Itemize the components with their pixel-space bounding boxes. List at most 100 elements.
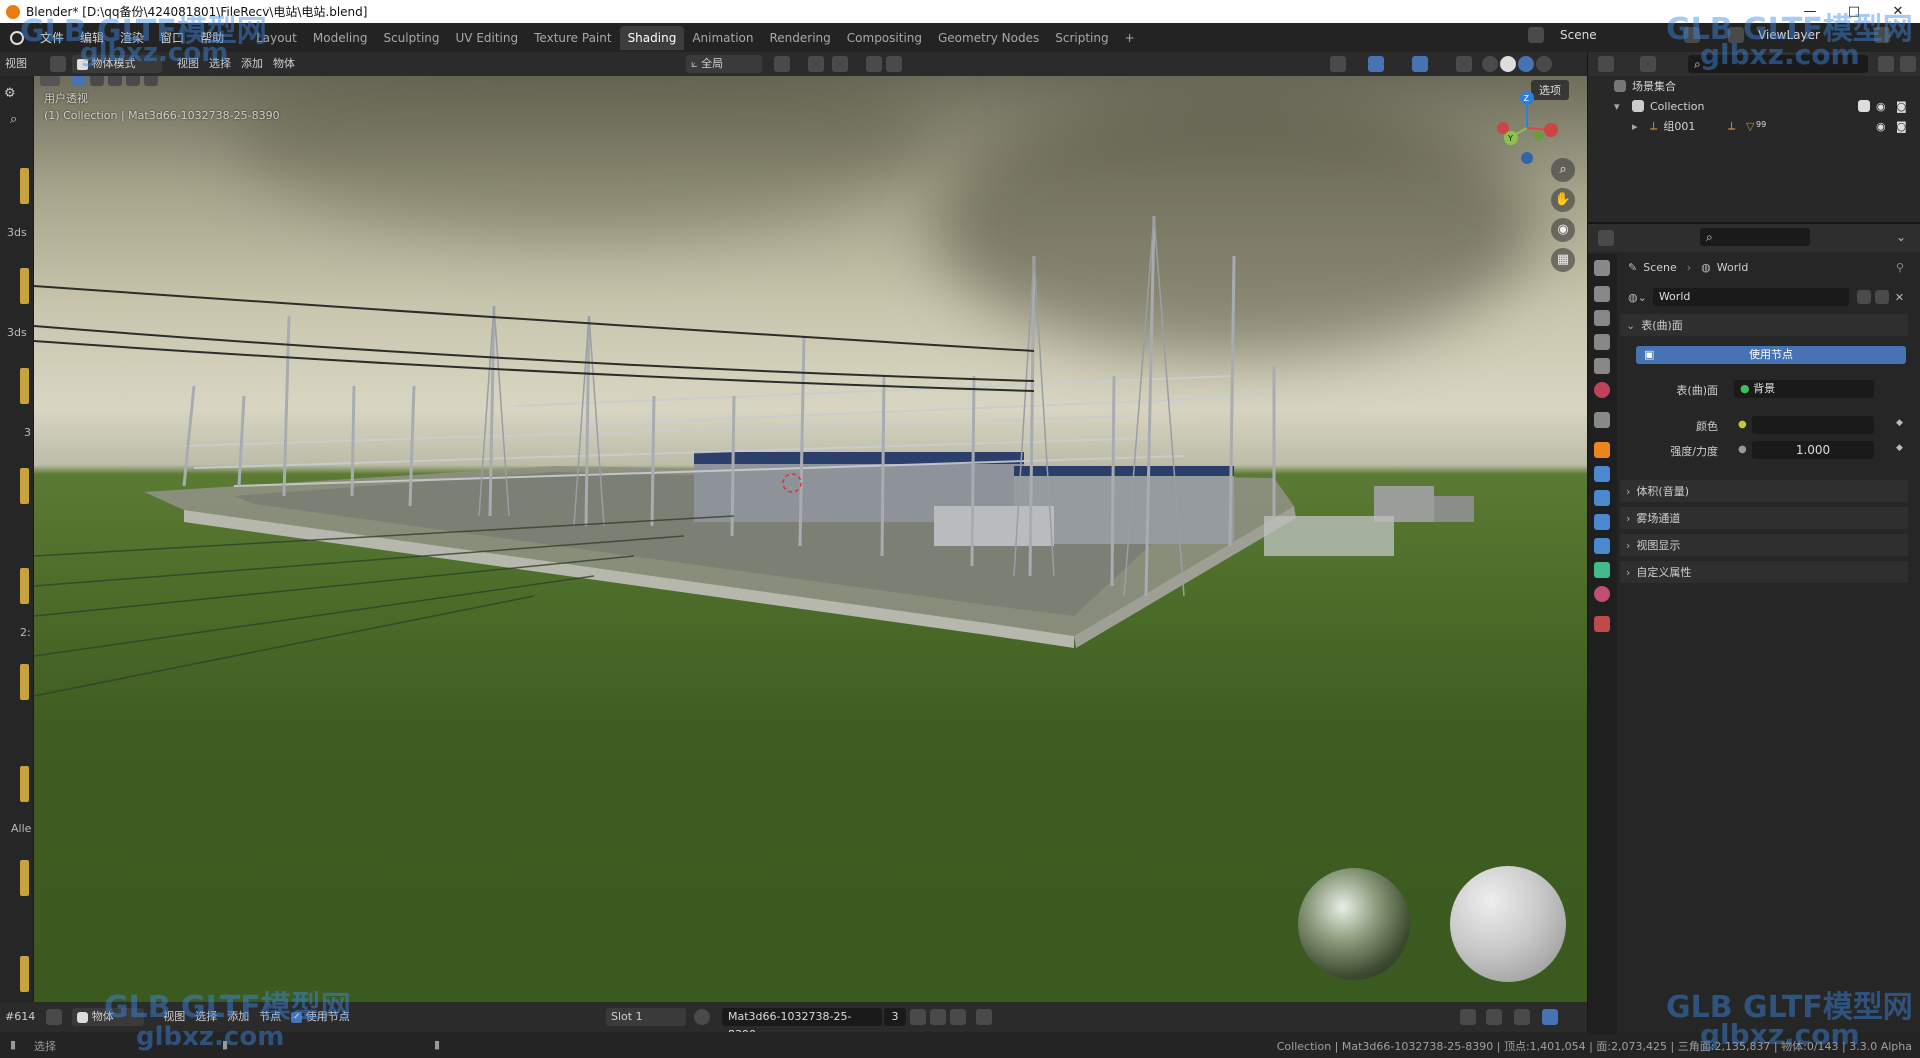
snap-icon[interactable] [1460,1009,1476,1025]
pan-hand-icon[interactable]: ✋ [1551,188,1575,212]
exclude-checkbox-icon[interactable] [1858,100,1870,112]
editor-type-icon[interactable] [46,1009,63,1025]
falloff-icon[interactable] [886,56,902,72]
outliner-row-group[interactable]: ▸ ⟂ 组001 ⟂ ▽ 99 ◉ ◙ [1588,116,1920,136]
user-count-badge[interactable]: 3 [884,1008,906,1026]
material-name-field[interactable]: Mat3d66-1032738-25-8390 [722,1008,882,1041]
unlink-icon[interactable]: ✕ [1895,291,1904,304]
material-shading-icon[interactable] [1518,56,1534,72]
properties-search-input[interactable]: ⌕ [1700,228,1810,246]
asset-thumbnail[interactable] [20,368,29,404]
physics-tab-icon[interactable] [1594,514,1610,530]
menu-object[interactable]: 物体 [268,55,300,73]
display-mode-icon[interactable] [1640,56,1656,72]
tab-sculpting[interactable]: Sculpting [375,26,447,50]
texture-tab-icon[interactable] [1594,616,1610,632]
search-icon[interactable]: ⌕ [10,112,17,127]
select-tool-icon[interactable] [50,56,66,72]
tab-rendering[interactable]: Rendering [762,26,839,50]
pivot-icon[interactable] [774,56,790,72]
custom-properties-panel-header[interactable]: › 自定义属性 [1620,561,1908,583]
tab-shading[interactable]: Shading [619,25,685,50]
world-tab-icon[interactable] [1594,382,1610,398]
eye-icon[interactable]: ◉ [1876,100,1886,113]
proportional-edit-icon[interactable] [866,56,882,72]
tool-settings-icon[interactable]: ⚙ [4,86,16,101]
constraints-tab-icon[interactable] [1594,538,1610,554]
strength-field[interactable]: ● 1.000 [1738,441,1878,459]
overlay-icon[interactable] [1514,1009,1530,1025]
eye-icon[interactable]: ◉ [1876,120,1886,133]
select-invert-icon[interactable] [126,76,140,86]
duplicate-icon[interactable] [1874,290,1889,304]
asset-thumbnail[interactable] [20,664,29,700]
snap-target-icon[interactable] [832,56,848,72]
snap-icon[interactable] [808,56,824,72]
xray-icon[interactable] [1456,56,1472,72]
tab-uv-editing[interactable]: UV Editing [448,26,527,50]
color-swatch[interactable] [1752,416,1874,434]
modifier-tab-icon[interactable] [1594,466,1610,482]
selectbox-icon[interactable] [40,76,60,86]
material-tab-icon[interactable] [1594,586,1610,602]
pin-icon[interactable] [976,1009,992,1025]
asset-thumbnail[interactable] [20,956,29,992]
rendered-shading-icon[interactable] [1536,56,1552,72]
view-layer-tab-icon[interactable] [1594,334,1610,350]
tab-texture-paint[interactable]: Texture Paint [526,26,619,50]
world-name-field[interactable]: World [1652,288,1849,306]
world-browse-icon[interactable]: ◍⌄ [1628,291,1647,304]
keyframe-dot-icon[interactable]: ◆ [1896,418,1903,428]
particles-tab-icon[interactable] [1594,490,1610,506]
tool-tab-icon[interactable] [1594,260,1610,276]
scene-icon[interactable] [1528,27,1544,43]
select-new-icon[interactable] [72,76,86,86]
perspective-grid-icon[interactable]: ▦ [1551,248,1575,272]
expand-arrow-icon[interactable]: ▸ [1632,120,1644,133]
data-tab-icon[interactable] [1594,562,1610,578]
color-field[interactable]: ● [1738,416,1878,434]
asset-thumbnail[interactable] [20,568,29,604]
output-tab-icon[interactable] [1594,310,1610,326]
gizmo-toggle-icon[interactable] [1368,56,1384,72]
scene-tab-icon[interactable] [1594,358,1610,374]
breadcrumb-world[interactable]: World [1717,261,1749,274]
tab-modeling[interactable]: Modeling [305,26,376,50]
asset-thumbnail[interactable] [20,168,29,204]
3d-viewport[interactable]: 用户透视 (1) Collection | Mat3d66-1032738-25… [34,76,1587,1002]
transform-orientation-dropdown[interactable]: ⟀ 全局 [686,55,762,73]
unlink-icon[interactable] [950,1009,966,1025]
fake-user-icon[interactable] [910,1009,926,1025]
outliner-editor-icon[interactable] [1598,56,1614,72]
surface-shader-field[interactable]: ● 背景 [1734,380,1874,398]
navigation-gizmo[interactable]: Z Y [1491,88,1571,168]
collection-tab-icon[interactable] [1594,412,1610,428]
add-workspace-button[interactable]: + [1117,26,1143,50]
tab-scripting[interactable]: Scripting [1047,26,1116,50]
strength-value[interactable]: 1.000 [1752,441,1874,459]
wireframe-shading-icon[interactable] [1482,56,1498,72]
asset-thumbnail[interactable] [20,268,29,304]
surface-panel-header[interactable]: ⌄ 表(曲)面 [1620,314,1908,336]
use-nodes-button[interactable]: ▣ 使用节点 [1636,346,1906,364]
tab-compositing[interactable]: Compositing [839,26,930,50]
breadcrumb-scene[interactable]: Scene [1643,261,1677,274]
material-browse-icon[interactable] [694,1009,710,1025]
render-camera-icon[interactable]: ◙ [1896,120,1907,133]
viewport-display-panel-header[interactable]: › 视图显示 [1620,534,1908,556]
menu-add[interactable]: 添加 [236,55,268,73]
select-extend-icon[interactable] [90,76,104,86]
select-intersect-icon[interactable] [144,76,158,86]
proportional-icon[interactable] [1486,1009,1502,1025]
outliner-row-collection[interactable]: ▾ Collection ◉ ◙ [1588,96,1920,116]
new-collection-icon[interactable] [1900,56,1916,72]
mist-pass-panel-header[interactable]: › 雾场通道 [1620,507,1908,529]
overlay-toggle-icon[interactable] [1412,56,1428,72]
volume-panel-header[interactable]: › 体积(音量) [1620,480,1908,502]
asset-thumbnail[interactable] [20,766,29,802]
render-camera-icon[interactable]: ◙ [1896,100,1907,113]
solid-shading-icon[interactable] [1500,56,1516,72]
keyframe-dot-icon[interactable]: ◆ [1896,443,1903,453]
editor-type-label[interactable]: 视图 [0,55,32,73]
scene-selector[interactable]: Scene [1560,28,1597,42]
